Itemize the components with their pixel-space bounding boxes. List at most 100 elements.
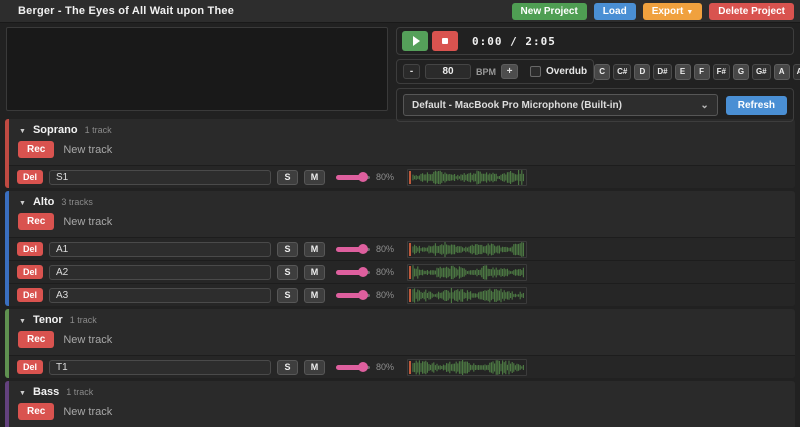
- slider-handle[interactable]: [358, 244, 369, 254]
- waveform-display[interactable]: [407, 263, 528, 281]
- record-button[interactable]: Rec: [18, 213, 55, 230]
- solo-button[interactable]: S: [277, 241, 299, 257]
- delete-track-button[interactable]: Del: [17, 170, 44, 184]
- new-track-input[interactable]: [63, 405, 264, 418]
- audio-input-panel: Default - MacBook Pro Microphone (Built-…: [396, 88, 794, 122]
- section-header[interactable]: ▼ Tenor 1 track: [9, 309, 795, 329]
- track-row: Del S M 80%: [9, 283, 795, 306]
- slider-handle[interactable]: [358, 290, 369, 300]
- caret-down-icon: ▼: [686, 8, 694, 16]
- record-button[interactable]: Rec: [18, 141, 55, 158]
- volume-label: 80%: [376, 362, 395, 372]
- note-button-e[interactable]: E: [674, 63, 691, 80]
- track-name-input[interactable]: [49, 241, 272, 257]
- collapse-icon: ▼: [19, 200, 26, 207]
- mute-button[interactable]: M: [304, 264, 326, 280]
- note-button-csharp[interactable]: C#: [613, 63, 632, 80]
- playhead: [409, 265, 412, 279]
- overdub-checkbox[interactable]: [530, 66, 541, 77]
- note-button-dsharp[interactable]: D#: [653, 63, 672, 80]
- delete-project-button[interactable]: Delete Project: [709, 2, 794, 20]
- section-header[interactable]: ▼ Alto 3 tracks: [9, 191, 795, 211]
- tempo-panel: - BPM + Overdub: [396, 59, 595, 84]
- project-title: Berger - The Eyes of All Wait upon Thee: [18, 5, 235, 17]
- track-name-input[interactable]: [49, 264, 272, 280]
- volume-slider[interactable]: [336, 242, 371, 256]
- bpm-decrease-button[interactable]: -: [403, 64, 420, 79]
- section-name: Bass: [32, 386, 60, 398]
- track-name-input[interactable]: [49, 169, 272, 185]
- collapse-icon: ▼: [19, 128, 26, 135]
- note-button-d[interactable]: D: [634, 63, 651, 80]
- volume-label: 80%: [376, 244, 395, 254]
- stop-button[interactable]: [432, 31, 458, 51]
- volume-slider[interactable]: [336, 265, 371, 279]
- play-button[interactable]: [402, 31, 428, 51]
- section-header[interactable]: ▼ Soprano 1 track: [9, 119, 795, 139]
- delete-track-button[interactable]: Del: [17, 288, 44, 302]
- waveform-display[interactable]: [407, 358, 528, 376]
- record-button[interactable]: Rec: [18, 403, 55, 420]
- audio-input-value: Default - MacBook Pro Microphone (Built-…: [412, 99, 622, 111]
- mute-button[interactable]: M: [304, 359, 326, 375]
- volume-label: 80%: [376, 290, 395, 300]
- new-track-input[interactable]: [63, 333, 264, 346]
- visualization-canvas: [6, 27, 388, 111]
- delete-track-button[interactable]: Del: [17, 242, 44, 256]
- new-track-row: Rec: [9, 401, 795, 427]
- solo-button[interactable]: S: [277, 287, 299, 303]
- new-track-input[interactable]: [63, 215, 264, 228]
- slider-handle[interactable]: [358, 267, 369, 277]
- bpm-increase-button[interactable]: +: [501, 64, 518, 79]
- note-button-fsharp[interactable]: F#: [712, 63, 730, 80]
- stop-icon: [442, 38, 448, 44]
- bpm-input[interactable]: [425, 64, 471, 79]
- waveform-svg: [412, 264, 524, 280]
- playhead: [409, 360, 412, 374]
- delete-track-button[interactable]: Del: [17, 265, 44, 279]
- playhead: [409, 288, 412, 302]
- record-button[interactable]: Rec: [18, 331, 55, 348]
- section-name: Alto: [32, 196, 55, 208]
- project-actions: New Project Load Export ▼ Delete Project: [511, 2, 794, 20]
- section-header[interactable]: ▼ Bass 1 track: [9, 381, 795, 401]
- track-name-input[interactable]: [49, 359, 272, 375]
- controls-column: 0:00 / 2:05 - BPM + Overdub CC#DD#EFF#GG…: [396, 27, 800, 122]
- solo-button[interactable]: S: [277, 359, 299, 375]
- chevron-down-icon: ⌄: [700, 99, 709, 111]
- load-button[interactable]: Load: [593, 2, 636, 20]
- track-row: Del S M 80%: [9, 237, 795, 260]
- delete-track-button[interactable]: Del: [17, 360, 44, 374]
- voice-section: ▼ Tenor 1 track Rec Del S M 80%: [5, 309, 795, 378]
- note-button-f[interactable]: F: [693, 63, 710, 80]
- note-button-c[interactable]: C: [594, 63, 611, 80]
- volume-slider[interactable]: [336, 170, 371, 184]
- track-row: Del S M 80%: [9, 355, 795, 378]
- volume-slider[interactable]: [336, 288, 371, 302]
- waveform-display[interactable]: [407, 168, 528, 186]
- new-track-input[interactable]: [63, 143, 264, 156]
- volume-label: 80%: [376, 267, 395, 277]
- slider-handle[interactable]: [358, 362, 369, 372]
- new-project-button[interactable]: New Project: [511, 2, 587, 20]
- note-button-gsharp[interactable]: G#: [751, 63, 771, 80]
- note-button-asharp[interactable]: A#: [792, 63, 800, 80]
- collapse-icon: ▼: [19, 318, 26, 325]
- note-button-a[interactable]: A: [773, 63, 790, 80]
- mute-button[interactable]: M: [304, 241, 326, 257]
- refresh-button[interactable]: Refresh: [725, 95, 787, 115]
- waveform-display[interactable]: [407, 240, 528, 258]
- slider-handle[interactable]: [358, 172, 369, 182]
- track-name-input[interactable]: [49, 287, 272, 303]
- transport-panel: 0:00 / 2:05: [396, 27, 794, 55]
- export-button[interactable]: Export ▼: [642, 2, 703, 20]
- note-button-g[interactable]: G: [732, 63, 749, 80]
- mute-button[interactable]: M: [304, 287, 326, 303]
- solo-button[interactable]: S: [277, 264, 299, 280]
- audio-input-select[interactable]: Default - MacBook Pro Microphone (Built-…: [403, 94, 718, 116]
- mute-button[interactable]: M: [304, 169, 326, 185]
- waveform-display[interactable]: [407, 286, 528, 304]
- volume-slider[interactable]: [336, 360, 371, 374]
- solo-button[interactable]: S: [277, 169, 299, 185]
- volume-label: 80%: [376, 172, 395, 182]
